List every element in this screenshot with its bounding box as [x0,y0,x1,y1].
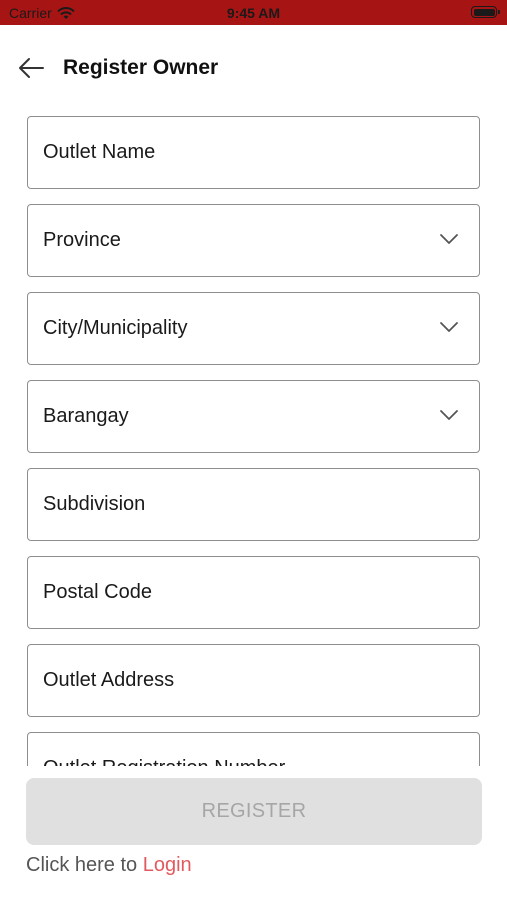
outlet-registration-number-field[interactable]: Outlet Registration Number [27,732,480,766]
form-scroll-area[interactable]: Outlet Name Province City/Municipality B… [0,112,507,766]
barangay-select[interactable]: Barangay [27,380,480,453]
back-button[interactable] [13,53,49,83]
page-title: Register Owner [63,56,219,79]
province-label: Province [43,229,121,251]
battery-icon [471,6,500,18]
login-link[interactable]: Login [143,854,192,876]
city-municipality-label: City/Municipality [43,317,188,339]
outlet-name-label: Outlet Name [43,141,156,163]
subdivision-label: Subdivision [43,493,146,515]
chevron-down-icon [440,322,458,332]
arrow-left-icon [19,58,44,78]
postal-code-label: Postal Code [43,581,152,603]
status-time: 9:45 AM [226,5,281,21]
subdivision-field[interactable]: Subdivision [27,468,480,541]
chevron-down-icon [440,234,458,244]
header: Register Owner [0,25,507,111]
chevron-down-icon [440,410,458,420]
login-prompt: Click here to Login [26,854,192,877]
outlet-registration-number-label: Outlet Registration Number [43,757,285,766]
login-prompt-text: Click here to [26,854,143,876]
barangay-label: Barangay [43,405,129,427]
outlet-address-field[interactable]: Outlet Address [27,644,480,717]
postal-code-field[interactable]: Postal Code [27,556,480,629]
province-select[interactable]: Province [27,204,480,277]
register-button[interactable]: REGISTER [26,778,482,845]
city-municipality-select[interactable]: City/Municipality [27,292,480,365]
status-bar: Carrier 9:45 AM [0,0,507,25]
outlet-address-label: Outlet Address [43,669,175,691]
outlet-name-field[interactable]: Outlet Name [27,116,480,189]
